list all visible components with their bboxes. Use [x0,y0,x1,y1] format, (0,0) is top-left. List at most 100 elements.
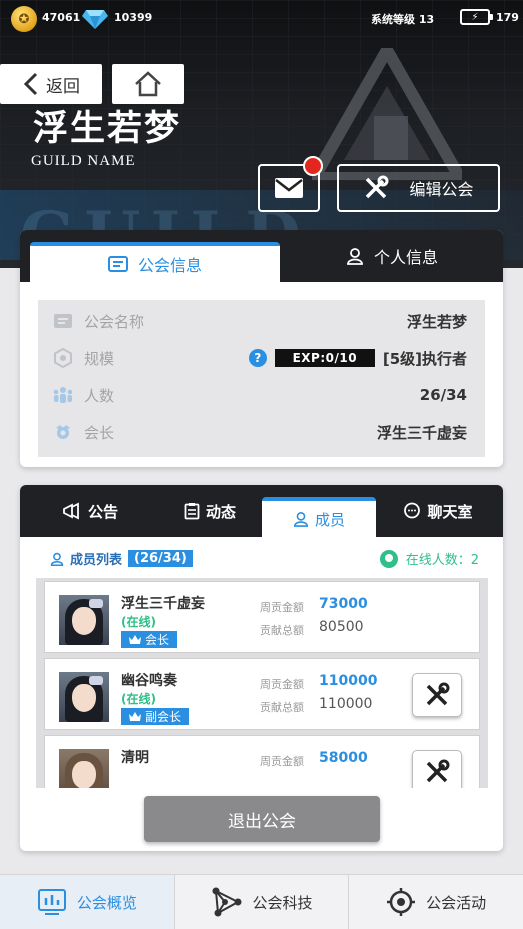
edit-guild-label: 编辑公会 [409,180,474,199]
tab-chat-label: 聊天室 [427,502,473,521]
guild-name: 浮生若梦 [33,108,182,149]
avatar [59,672,109,722]
tab-dynamic-label: 动态 [205,502,236,521]
tab-members[interactable]: 成员 [262,497,376,537]
info-tabbar: 公会信息 个人信息 [20,230,503,282]
member-tabbar: 公告 动态 成员 聊天室 [20,485,503,537]
megaphone-icon [63,502,79,520]
home-icon [135,71,161,97]
member-status: (在线) [121,615,156,629]
weekly-value: 73000 [319,596,368,612]
scale-detail: ? EXP:0/10 [5级]执行者 [248,348,467,369]
back-button[interactable]: 返回 [0,64,102,104]
role-label: 副会长 [145,710,182,724]
name-label: 公会名称 [84,312,145,331]
guild-subtitle: GUILD NAME [31,153,136,169]
guild-info-table: 公会名称 浮生若梦 规模 ? EXP:0/10 [5级]执行者 人数 26/34 [38,300,485,457]
leader-value: 浮生三千虚妄 [376,423,467,442]
scale-value: [5级]执行者 [382,349,467,368]
diamond-icon [82,10,108,29]
status-bar: ✪ 47061 10399 系统等级 13 ⚡ 179 [0,0,523,34]
user-icon [293,511,309,527]
battery-value: 179 [496,11,519,24]
crown-icon [129,634,141,644]
people-icon [52,384,74,406]
weekly-value: 110000 [319,673,378,689]
guild-info-card: 公会信息 个人信息 公会名称 浮生若梦 规模 ? EXP:0/10 [5级]执行… [20,230,503,467]
online-count-label: 在线人数：2 [405,553,479,568]
member-count-badge: (26/34) [128,550,193,567]
list-item[interactable]: 幽谷鸣奏 (在线) 副会长 周贡金额 贡献总额 110000 110000 [44,658,480,730]
tools-icon [426,682,450,706]
weekly-label: 周贡金额 [260,601,304,614]
tab-chat[interactable]: 聊天室 [388,485,488,537]
weekly-label: 周贡金额 [260,678,304,691]
info-row-members: 人数 26/34 [38,377,485,413]
bar-chart-icon [37,889,66,915]
system-level: 系统等级 13 [371,13,435,26]
tab-guild-info-label: 公会信息 [137,256,202,275]
tools-icon [366,175,389,199]
back-label: 返回 [46,76,80,97]
member-name: 清明 [121,750,149,766]
role-badge: 副会长 [121,708,190,725]
home-button[interactable] [112,64,184,104]
nav-guild-tech[interactable]: 公会科技 [175,875,350,929]
coin-count: 47061 [42,11,81,24]
diamond-count: 10399 [114,11,153,24]
member-list-title: 成员列表 [70,553,123,568]
tab-dynamic[interactable]: 动态 [160,485,260,537]
chevron-left-icon [23,72,38,96]
total-value: 110000 [319,696,373,712]
leader-icon [52,421,74,443]
total-label: 贡献总额 [260,701,304,714]
tab-guild-info[interactable]: 公会信息 [30,242,280,282]
scale-label: 规模 [84,349,115,368]
bottom-nav: 公会概览 公会科技 公会活动 [0,874,523,929]
user-icon [50,552,64,566]
members-value: 26/34 [419,386,467,404]
nav-guild-activity[interactable]: 公会活动 [349,875,523,929]
nav-guild-tech-label: 公会科技 [252,893,313,912]
online-user-icon [379,549,398,568]
list-item[interactable]: 清明 周贡金额 58000 [44,735,480,788]
nav-guild-activity-label: 公会活动 [426,893,487,912]
role-label: 会长 [145,633,170,647]
tab-notice-label: 公告 [87,502,118,521]
info-row-name: 公会名称 浮生若梦 [38,303,485,339]
total-value: 80500 [319,619,364,635]
total-label: 贡献总额 [260,624,304,637]
nav-guild-overview[interactable]: 公会概览 [0,875,175,929]
member-name: 浮生三千虚妄 [121,596,205,612]
tab-notice[interactable]: 公告 [40,485,140,537]
tools-icon [426,759,450,783]
member-list[interactable]: 浮生三千虚妄 (在线) 会长 周贡金额 贡献总额 73000 80500 幽谷鸣… [36,578,488,788]
weekly-value: 58000 [319,750,368,766]
manage-member-button[interactable] [412,673,462,717]
members-card: 公告 动态 成员 聊天室 成员列表 (26/34) 在线人数：2 浮生三千虚妄 … [20,485,503,851]
coin-icon: ✪ [11,6,37,32]
weekly-label: 周贡金额 [260,755,304,768]
info-row-leader: 会长 浮生三千虚妄 [38,414,485,450]
target-icon [387,888,416,916]
exp-bar: EXP:0/10 [274,349,375,367]
name-card-icon [52,310,74,332]
list-item[interactable]: 浮生三千虚妄 (在线) 会长 周贡金额 贡献总额 73000 80500 [44,581,480,653]
network-icon [212,887,241,917]
edit-guild-button[interactable]: 编辑公会 [337,164,500,212]
tab-personal-info-label: 个人信息 [373,248,438,267]
clipboard-icon [184,503,200,520]
quit-guild-button[interactable]: 退出公会 [144,796,380,842]
mail-icon [275,178,303,198]
user-icon [347,248,363,265]
tab-personal-info[interactable]: 个人信息 [282,230,502,282]
name-value: 浮生若梦 [406,312,467,331]
crown-icon [129,711,141,721]
chat-bubble-icon [404,502,421,519]
avatar [59,595,109,645]
nav-guild-overview-label: 公会概览 [76,893,137,912]
help-icon[interactable]: ? [248,349,267,367]
manage-member-button[interactable] [412,750,462,788]
tab-members-label: 成员 [314,510,345,529]
online-count: 在线人数：2 [379,549,479,568]
